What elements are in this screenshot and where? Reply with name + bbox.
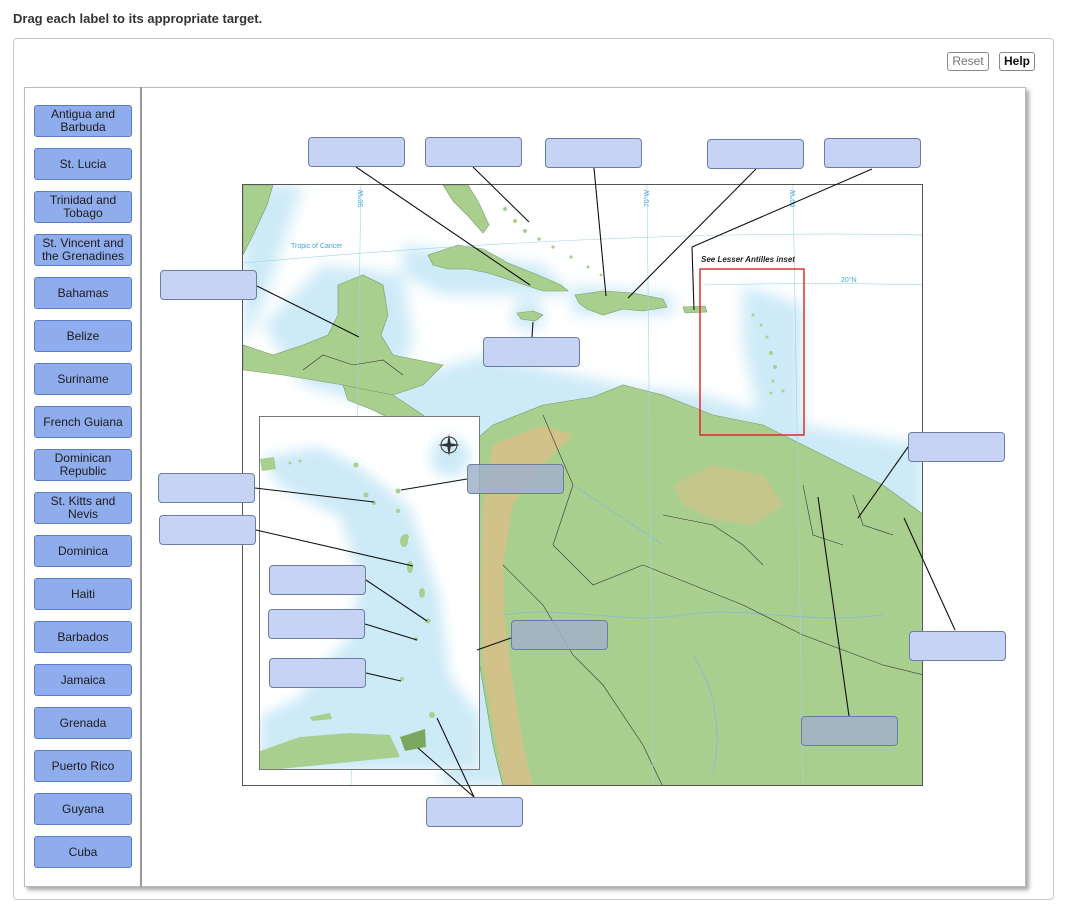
drop-target-12[interactable]	[269, 565, 366, 595]
label-st-lucia[interactable]: St. Lucia	[34, 148, 132, 180]
label-grenada[interactable]: Grenada	[34, 707, 132, 739]
label-haiti[interactable]: Haiti	[34, 578, 132, 610]
tropic-of-cancer-label: Tropic of Cancer	[291, 243, 343, 250]
drop-target-6[interactable]	[160, 270, 257, 300]
label-french-guiana[interactable]: French Guiana	[34, 406, 132, 438]
instruction-text: Drag each label to its appropriate targe…	[13, 11, 263, 26]
drop-target-8[interactable]	[908, 432, 1005, 462]
drop-target-13[interactable]	[268, 609, 365, 639]
label-guyana[interactable]: Guyana	[34, 793, 132, 825]
label-suriname[interactable]: Suriname	[34, 363, 132, 395]
drop-target-2[interactable]	[425, 137, 522, 167]
label-jamaica[interactable]: Jamaica	[34, 664, 132, 696]
drop-target-10[interactable]	[467, 464, 564, 494]
reset-button[interactable]: Reset	[947, 52, 989, 71]
label-st-vincent-and-the-grenadines[interactable]: St. Vincent and the Grenadines	[34, 234, 132, 266]
drop-target-11[interactable]	[159, 515, 256, 545]
drop-target-9[interactable]	[158, 473, 255, 503]
label-cuba[interactable]: Cuba	[34, 836, 132, 868]
help-button[interactable]: Help	[999, 52, 1035, 71]
label-dominica[interactable]: Dominica	[34, 535, 132, 567]
drop-target-14[interactable]	[511, 620, 608, 650]
longitude-label-70w: 70°W	[644, 189, 652, 208]
drop-target-1[interactable]	[308, 137, 405, 167]
inset-note: See Lesser Antilles inset	[701, 255, 795, 264]
drop-target-15[interactable]	[909, 631, 1006, 661]
longitude-label-60w: 60°W	[790, 189, 798, 208]
drop-target-17[interactable]	[801, 716, 898, 746]
drop-target-7[interactable]	[483, 337, 580, 367]
label-bahamas[interactable]: Bahamas	[34, 277, 132, 309]
drop-target-16[interactable]	[269, 658, 366, 688]
label-trinidad-and-tobago[interactable]: Trinidad and Tobago	[34, 191, 132, 223]
label-st-kitts-and-nevis[interactable]: St. Kitts and Nevis	[34, 492, 132, 524]
drop-target-18[interactable]	[426, 797, 523, 827]
drop-target-4[interactable]	[707, 139, 804, 169]
label-belize[interactable]: Belize	[34, 320, 132, 352]
label-puerto-rico[interactable]: Puerto Rico	[34, 750, 132, 782]
latitude-label: 20°N	[841, 277, 857, 284]
label-dominican-republic[interactable]: Dominican Republic	[34, 449, 132, 481]
drop-target-5[interactable]	[824, 138, 921, 168]
label-antigua-and-barbuda[interactable]: Antigua and Barbuda	[34, 105, 132, 137]
longitude-label-90w: 90°W	[358, 189, 366, 208]
label-barbados[interactable]: Barbados	[34, 621, 132, 653]
drop-target-3[interactable]	[545, 138, 642, 168]
